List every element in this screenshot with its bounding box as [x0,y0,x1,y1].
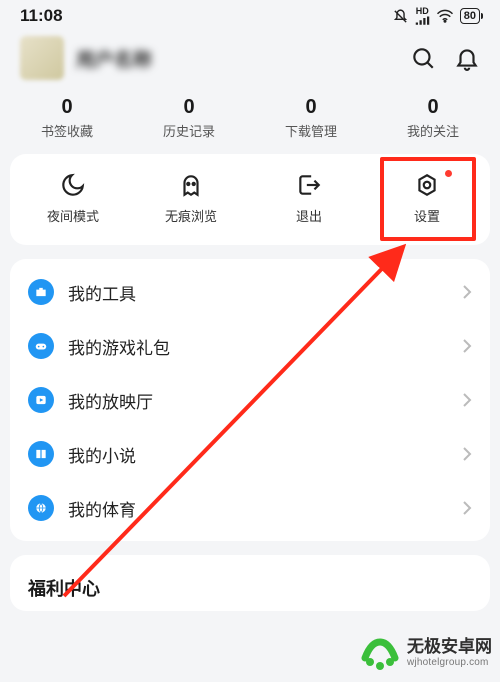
quick-night-mode[interactable]: 夜间模式 [14,172,132,225]
list-item-tools[interactable]: 我的工具 [10,265,490,319]
username[interactable]: 用户名称 [76,45,152,72]
battery-icon: 80 [460,8,480,24]
search-icon [410,45,436,71]
welfare-card: 福利中心 [10,555,490,611]
mute-icon [392,8,409,25]
status-time: 11:08 [20,6,63,26]
badge-dot [445,170,452,177]
section-header: 福利中心 [10,559,490,607]
exit-icon [296,172,322,198]
list-label: 我的小说 [68,442,448,467]
play-icon [28,387,54,413]
chevron-right-icon [462,446,472,462]
bell-icon [454,45,480,71]
watermark-title: 无极安卓网 [407,638,492,657]
chevron-right-icon [462,392,472,408]
stat-bookmarks[interactable]: 0 书签收藏 [6,96,128,140]
list-item-cinema[interactable]: 我的放映厅 [10,373,490,427]
list-item-game-gift[interactable]: 我的游戏礼包 [10,319,490,373]
quick-exit[interactable]: 退出 [250,172,368,225]
watermark: 无极安卓网 wjhotelgroup.com [359,632,492,674]
quick-label: 退出 [296,206,322,225]
quick-settings[interactable]: 设置 [368,172,486,225]
briefcase-icon [28,279,54,305]
stat-downloads[interactable]: 0 下载管理 [250,96,372,140]
settings-icon [414,172,440,198]
chevron-right-icon [462,500,472,516]
gamepad-icon [28,333,54,359]
status-right: HD 80 [392,7,480,26]
list-label: 我的工具 [68,280,448,305]
stat-history[interactable]: 0 历史记录 [128,96,250,140]
quick-label: 无痕浏览 [165,206,217,225]
chevron-right-icon [462,284,472,300]
profile-row: 用户名称 [0,28,500,86]
list-label: 我的游戏礼包 [68,334,448,359]
list-label: 我的体育 [68,496,448,521]
chevron-right-icon [462,338,472,354]
stats-row: 0 书签收藏 0 历史记录 0 下载管理 0 我的关注 [0,86,500,154]
search-button[interactable] [410,45,436,71]
stat-following[interactable]: 0 我的关注 [372,96,494,140]
moon-icon [60,172,86,198]
sports-icon [28,495,54,521]
quick-label: 设置 [414,206,440,225]
ghost-icon [178,172,204,198]
list-item-novel[interactable]: 我的小说 [10,427,490,481]
quick-label: 夜间模式 [47,206,99,225]
list-label: 我的放映厅 [68,388,448,413]
list-item-sports[interactable]: 我的体育 [10,481,490,535]
status-bar: 11:08 HD 80 [0,0,500,28]
wifi-icon [436,9,454,23]
watermark-logo-icon [359,632,401,674]
book-icon [28,441,54,467]
watermark-sub: wjhotelgroup.com [407,657,492,668]
quick-incognito[interactable]: 无痕浏览 [132,172,250,225]
avatar[interactable] [20,36,64,80]
my-list-card: 我的工具 我的游戏礼包 我的放映厅 我的小说 [10,259,490,541]
quick-actions-card: 夜间模式 无痕浏览 退出 设置 [10,154,490,245]
signal-icon: HD [415,7,430,26]
notifications-button[interactable] [454,45,480,71]
